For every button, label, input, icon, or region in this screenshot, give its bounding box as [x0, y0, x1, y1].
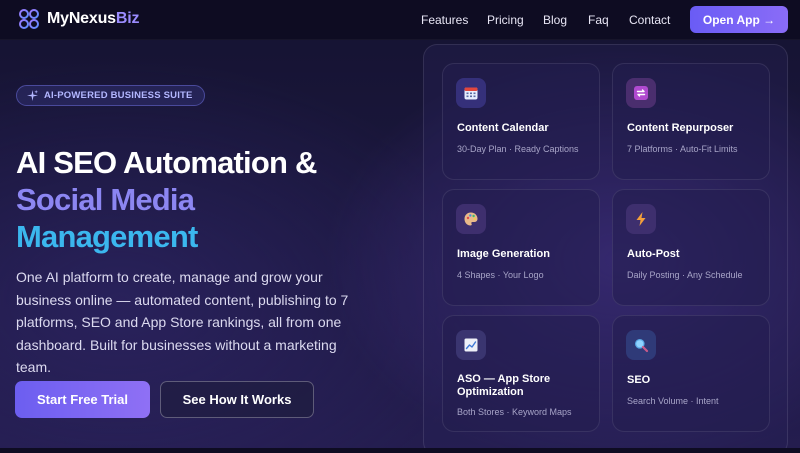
headline-line-2: Social Media — [16, 182, 195, 217]
hero-badge-label: AI-POWERED BUSINESS SUITE — [44, 90, 193, 101]
headline-line-1: AI SEO Automation & — [16, 145, 317, 180]
nav-links: Features Pricing Blog Faq Contact — [0, 13, 800, 27]
feature-panel: Content Calendar 30-Day Plan · Ready Cap… — [423, 44, 788, 453]
see-how-it-works-button[interactable]: See How It Works — [160, 381, 314, 418]
open-app-button[interactable]: Open App → — [690, 6, 788, 33]
feature-card-title: Image Generation — [457, 248, 550, 260]
feature-card-subtitle: 7 Platforms · Auto-Fit Limits — [627, 144, 738, 154]
palette-icon — [456, 204, 486, 234]
nav-link-faq[interactable]: Faq — [588, 13, 609, 27]
feature-card-title: Auto-Post — [627, 248, 680, 260]
feature-card-content-calendar[interactable]: Content Calendar 30-Day Plan · Ready Cap… — [442, 63, 600, 180]
sparkle-icon — [27, 90, 38, 101]
hero-description: One AI platform to create, manage and gr… — [16, 269, 349, 375]
nav-link-blog[interactable]: Blog — [543, 13, 567, 27]
nav-link-pricing[interactable]: Pricing — [487, 13, 524, 27]
feature-card-title: SEO — [627, 374, 651, 386]
calendar-icon — [456, 78, 486, 108]
feature-card-subtitle: 30-Day Plan · Ready Captions — [457, 144, 579, 154]
headline-line-3: Management — [16, 219, 198, 254]
feature-card-subtitle: 4 Shapes · Your Logo — [457, 270, 544, 280]
feature-card-subtitle: Daily Posting · Any Schedule — [627, 270, 743, 280]
hero-badge: AI-POWERED BUSINESS SUITE — [16, 85, 205, 106]
feature-card-title: Content Repurposer — [627, 122, 734, 134]
feature-card-title: ASO — App Store Optimization — [457, 373, 551, 398]
nav-link-contact[interactable]: Contact — [629, 13, 670, 27]
lightning-icon — [626, 204, 656, 234]
magnifier-icon — [626, 330, 656, 360]
nav-link-features[interactable]: Features — [421, 13, 468, 27]
start-free-trial-button[interactable]: Start Free Trial — [15, 381, 150, 418]
feature-card-subtitle: Search Volume · Intent — [627, 396, 719, 406]
feature-card-title: Content Calendar — [457, 122, 549, 134]
repurpose-icon — [626, 78, 656, 108]
chart-icon — [456, 330, 486, 360]
feature-card-aso[interactable]: ASO — App Store Optimization Both Stores… — [442, 315, 600, 432]
feature-card-content-repurposer[interactable]: Content Repurposer 7 Platforms · Auto-Fi… — [612, 63, 770, 180]
feature-card-subtitle: Both Stores · Keyword Maps — [457, 407, 572, 417]
feature-card-image-generation[interactable]: Image Generation 4 Shapes · Your Logo — [442, 189, 600, 306]
bottom-edge — [0, 448, 800, 453]
top-navbar: MyNexusBiz Features Pricing Blog Faq Con… — [0, 0, 800, 40]
feature-card-auto-post[interactable]: Auto-Post Daily Posting · Any Schedule — [612, 189, 770, 306]
hero-headline: AI SEO Automation & Social Media Managem… — [16, 144, 416, 255]
feature-card-seo[interactable]: SEO Search Volume · Intent — [612, 315, 770, 432]
